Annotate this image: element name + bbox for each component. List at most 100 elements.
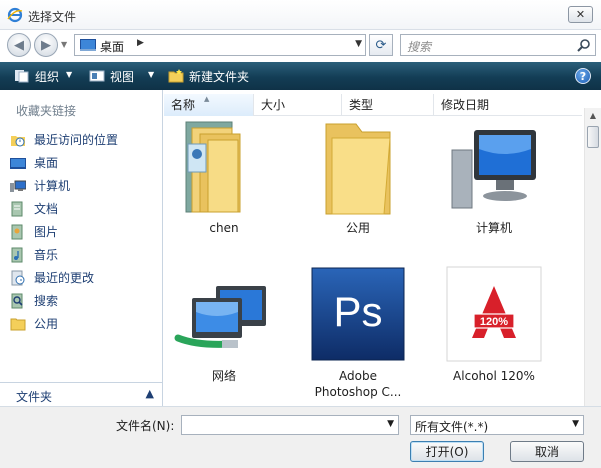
column-header-type[interactable]: 类型	[342, 94, 434, 116]
recent-pages-dropdown[interactable]: ▼	[61, 40, 67, 49]
new-folder-label: 新建文件夹	[189, 69, 250, 84]
file-type-select[interactable]: 所有文件(*.*) ▼	[410, 415, 584, 435]
window-title: 选择文件	[28, 10, 77, 24]
view-icon	[89, 70, 105, 82]
file-item-label: 公用	[345, 221, 370, 235]
breadcrumb-arrow-icon[interactable]: ▶	[137, 38, 144, 48]
arrow-right-icon: ▶	[41, 37, 51, 53]
address-bar[interactable]: 桌面 ▶ ▼	[74, 34, 366, 56]
search-input[interactable]: 搜索	[400, 34, 596, 56]
address-location: 桌面	[100, 40, 125, 54]
filename-input[interactable]: ▼	[181, 415, 399, 435]
file-item-label: chen	[209, 221, 239, 235]
column-header-date-modified[interactable]: 修改日期	[434, 94, 582, 116]
address-row: ◀ ▶ ▼ 桌面 ▶ ▼ ⟳ 搜索	[0, 30, 601, 60]
folders-toggle[interactable]: 文件夹 ▲	[0, 382, 162, 406]
internet-explorer-icon	[7, 7, 23, 23]
chevron-down-icon[interactable]: ▼	[572, 419, 579, 429]
sidebar-item-desktop[interactable]: 桌面	[10, 151, 118, 174]
forward-button[interactable]: ▶	[34, 33, 58, 57]
sidebar-item-music[interactable]: 音乐	[10, 243, 118, 266]
file-item-label-line: Photoshop C...	[314, 385, 402, 399]
refresh-button[interactable]: ⟳	[369, 34, 393, 56]
file-item-computer[interactable]: 计算机	[434, 116, 554, 236]
close-icon: ✕	[575, 8, 586, 21]
recent-places-icon	[11, 135, 25, 146]
file-item-chen[interactable]: chen	[164, 116, 284, 236]
dialog-footer: 文件名(N): ▼ 所有文件(*.*) ▼ 打开(O) 取消	[0, 406, 601, 468]
photoshop-icon: Ps	[311, 267, 405, 361]
chevron-up-icon: ▲	[145, 387, 154, 400]
sidebar-item-recent-changes[interactable]: 最近的更改	[10, 266, 118, 289]
sidebar-item-label: 最近访问的位置	[34, 133, 119, 147]
column-header-label: 类型	[349, 98, 374, 112]
cancel-button[interactable]: 取消	[510, 441, 584, 462]
organize-icon	[15, 70, 29, 83]
column-header-label: 修改日期	[441, 98, 490, 112]
file-item-public[interactable]: 公用	[298, 116, 418, 236]
title-bar: 选择文件 ✕	[0, 0, 601, 30]
sidebar-item-label: 文档	[34, 202, 59, 216]
refresh-icon: ⟳	[375, 37, 387, 53]
scroll-up-arrow[interactable]: ▲	[587, 110, 599, 122]
arrow-left-icon: ◀	[14, 37, 24, 53]
computer-icon	[451, 130, 536, 209]
column-header-label: 名称	[171, 98, 196, 112]
sidebar-item-label: 最近的更改	[34, 271, 95, 285]
file-item-label: Adobe Photoshop C...	[298, 368, 418, 400]
computer-icon	[10, 180, 26, 192]
sidebar-item-label: 公用	[34, 317, 59, 331]
column-headers: ▲ 名称 大小 类型 修改日期	[164, 94, 582, 116]
view-button[interactable]: 视图	[89, 67, 134, 85]
search-placeholder: 搜索	[407, 40, 432, 54]
network-icon	[174, 286, 266, 348]
close-button[interactable]: ✕	[568, 6, 593, 23]
column-header-label: 大小	[261, 98, 286, 112]
back-button[interactable]: ◀	[7, 33, 31, 57]
help-icon[interactable]: ?	[575, 68, 591, 84]
vertical-scrollbar[interactable]: ▲	[584, 108, 601, 406]
sidebar-item-label: 计算机	[34, 179, 71, 193]
sidebar-item-searches[interactable]: 搜索	[10, 289, 118, 312]
column-header-name[interactable]: ▲ 名称	[164, 94, 254, 116]
file-item-label: 网络	[211, 369, 236, 383]
file-list-pane: ▲ 名称 大小 类型 修改日期 ▲ chen 公用 计算机 网络 Ps Adob…	[164, 90, 601, 406]
navigation-pane: 收藏夹链接 最近访问的位置 桌面 计算机 文档 图片 音乐 最近的更改 搜索 公…	[0, 90, 163, 406]
file-item-photoshop[interactable]: Ps Adobe Photoshop C...	[298, 264, 418, 400]
file-item-label: 计算机	[475, 221, 512, 235]
organize-button[interactable]: 组织	[14, 67, 59, 85]
file-item-network[interactable]: 网络	[164, 264, 284, 384]
command-toolbar: 组织 ▼ 视图 ▼ 新建文件夹 ?	[0, 62, 601, 90]
new-folder-button[interactable]: 新建文件夹	[168, 67, 249, 85]
chevron-down-icon[interactable]: ▼	[387, 419, 394, 429]
file-item-label: Alcohol 120%	[453, 369, 535, 383]
sidebar-item-public[interactable]: 公用	[10, 312, 118, 335]
column-header-size[interactable]: 大小	[254, 94, 342, 116]
file-item-alcohol[interactable]: 120% Alcohol 120%	[434, 264, 554, 384]
sidebar-item-pictures[interactable]: 图片	[10, 220, 118, 243]
organize-dropdown-icon[interactable]: ▼	[66, 70, 72, 79]
chevron-down-icon[interactable]: ▼	[355, 39, 362, 49]
sidebar-item-computer[interactable]: 计算机	[10, 174, 118, 197]
documents-icon	[11, 201, 23, 216]
alcohol-icon: 120%	[446, 266, 542, 362]
scroll-thumb[interactable]	[587, 126, 599, 148]
view-label: 视图	[110, 69, 135, 84]
open-button[interactable]: 打开(O)	[410, 441, 484, 462]
search-icon[interactable]	[577, 38, 591, 52]
music-icon	[11, 247, 23, 262]
sidebar-item-documents[interactable]: 文档	[10, 197, 118, 220]
favorites-heading: 收藏夹链接	[16, 104, 77, 118]
sidebar-item-recent-places[interactable]: 最近访问的位置	[10, 128, 118, 151]
desktop-icon	[80, 39, 96, 51]
folder-icon	[325, 123, 391, 215]
photoshop-icon-text: Ps	[333, 288, 382, 335]
filename-label: 文件名(N):	[116, 419, 175, 433]
view-dropdown-icon[interactable]: ▼	[148, 70, 154, 79]
sidebar-item-label: 搜索	[34, 294, 59, 308]
organize-label: 组织	[35, 69, 60, 84]
new-folder-icon	[168, 69, 184, 83]
searches-icon	[11, 293, 23, 308]
file-type-value: 所有文件(*.*)	[415, 420, 489, 434]
file-item-label-line: Adobe	[339, 369, 377, 383]
